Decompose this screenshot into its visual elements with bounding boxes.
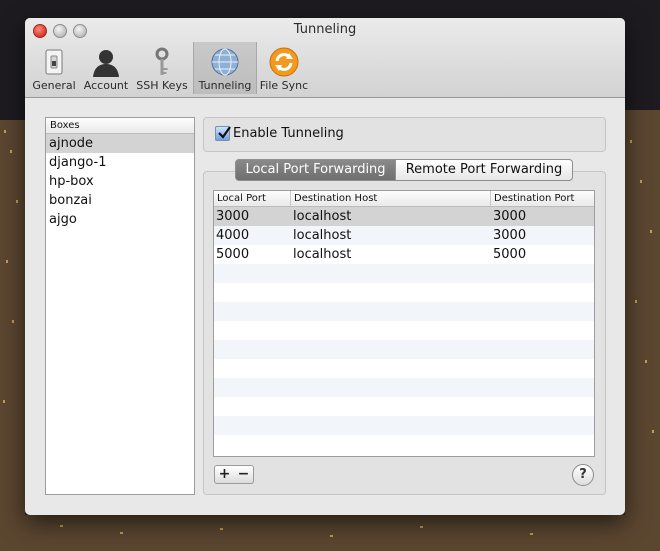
boxes-header[interactable]: Boxes xyxy=(46,118,194,134)
box-item-hp-box[interactable]: hp-box xyxy=(46,172,194,191)
toolbar-account-label: Account xyxy=(83,79,129,92)
toolbar-file-sync[interactable]: File Sync xyxy=(258,42,310,94)
empty-row xyxy=(214,359,594,378)
cell-local-port: 3000 xyxy=(216,209,250,224)
table-row[interactable]: 4000 localhost 3000 xyxy=(214,226,594,245)
add-forwarding-button[interactable]: + xyxy=(214,465,235,484)
empty-row xyxy=(214,302,594,321)
enable-tunneling-label[interactable]: Enable Tunneling xyxy=(233,126,344,141)
preferences-window: Tunneling General Account SSH Keys Tunne… xyxy=(25,18,625,515)
empty-row xyxy=(214,321,594,340)
table-body: 3000 localhost 3000 4000 localhost 3000 … xyxy=(214,207,594,454)
window-title: Tunneling xyxy=(293,22,357,37)
empty-row xyxy=(214,283,594,302)
enable-tunneling-checkbox[interactable] xyxy=(215,126,231,141)
switch-icon xyxy=(45,49,63,75)
column-header-local-port[interactable]: Local Port xyxy=(214,191,289,206)
toolbar-account[interactable]: Account xyxy=(81,42,131,94)
checkmark-icon xyxy=(218,126,231,139)
empty-row xyxy=(214,264,594,283)
empty-row xyxy=(214,397,594,416)
cell-destination-host: localhost xyxy=(293,209,352,224)
cell-destination-port: 3000 xyxy=(493,228,527,243)
toolbar-general[interactable]: General xyxy=(30,42,78,94)
box-item-ajnode[interactable]: ajnode xyxy=(46,134,194,153)
sync-icon xyxy=(269,47,299,77)
table-row[interactable]: 3000 localhost 3000 xyxy=(214,207,594,226)
enable-tunneling-group: Enable Tunneling xyxy=(203,117,606,152)
cell-destination-port: 5000 xyxy=(493,247,527,262)
title-bar: Tunneling General Account SSH Keys Tunne… xyxy=(25,18,625,98)
tab-remote-port-forwarding[interactable]: Remote Port Forwarding xyxy=(395,159,573,181)
box-item-bonzai[interactable]: bonzai xyxy=(46,191,194,210)
cell-destination-host: localhost xyxy=(293,247,352,262)
box-item-ajgo[interactable]: ajgo xyxy=(46,210,194,229)
person-icon xyxy=(93,50,119,77)
globe-icon xyxy=(211,48,239,76)
toolbar-general-label: General xyxy=(32,79,76,92)
toolbar-ssh-keys-label: SSH Keys xyxy=(136,79,188,92)
help-button[interactable]: ? xyxy=(572,464,594,486)
empty-row xyxy=(214,416,594,435)
column-header-destination-port[interactable]: Destination Port xyxy=(490,191,594,206)
toolbar-tunneling[interactable]: Tunneling xyxy=(193,42,257,94)
cell-destination-host: localhost xyxy=(293,228,352,243)
column-header-destination-host[interactable]: Destination Host xyxy=(290,191,484,206)
remove-forwarding-button[interactable]: − xyxy=(234,465,254,484)
toolbar-file-sync-label: File Sync xyxy=(259,79,309,92)
toolbar-ssh-keys[interactable]: SSH Keys xyxy=(135,42,189,94)
cell-destination-port: 3000 xyxy=(493,209,527,224)
empty-row xyxy=(214,340,594,359)
table-header: Local Port Destination Host Destination … xyxy=(214,191,594,207)
cell-local-port: 5000 xyxy=(216,247,250,262)
empty-row xyxy=(214,378,594,397)
cell-local-port: 4000 xyxy=(216,228,250,243)
table-row[interactable]: 5000 localhost 5000 xyxy=(214,245,594,264)
box-item-django-1[interactable]: django-1 xyxy=(46,153,194,172)
tab-local-port-forwarding[interactable]: Local Port Forwarding xyxy=(235,159,396,181)
port-forwarding-table: Local Port Destination Host Destination … xyxy=(213,190,595,457)
toolbar-tunneling-label: Tunneling xyxy=(198,79,252,92)
empty-row xyxy=(214,435,594,454)
key-icon xyxy=(155,47,169,75)
boxes-list: Boxes ajnode django-1 hp-box bonzai ajgo xyxy=(45,117,195,495)
